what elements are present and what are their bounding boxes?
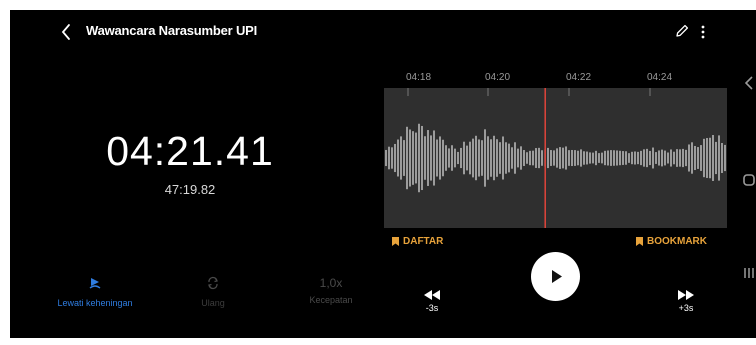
- rewind-button[interactable]: -3s: [412, 290, 452, 313]
- recording-title: Wawancara Narasumber UPI: [86, 23, 258, 38]
- bookmark-icon: [636, 237, 643, 246]
- rewind-label: -3s: [425, 303, 439, 313]
- rewind-icon: [424, 290, 440, 300]
- waveform-panel[interactable]: [384, 88, 727, 228]
- tick-label: 04:18: [406, 72, 432, 83]
- skip-silence-label: Lewati keheningan: [57, 298, 133, 308]
- play-icon: [552, 270, 562, 283]
- voice-recorder-screen: Wawancara Narasumber UPI 04:21.41 47:19.…: [10, 10, 756, 338]
- pencil-icon[interactable]: [674, 23, 690, 39]
- fast-forward-icon: [678, 290, 694, 300]
- more-icon[interactable]: [700, 22, 706, 42]
- repeat-label: Ulang: [201, 298, 225, 308]
- speed-value: 1,0x: [319, 276, 343, 290]
- nav-home-icon[interactable]: [743, 174, 755, 186]
- waveform[interactable]: [384, 88, 727, 228]
- tick-label: 04:24: [647, 72, 673, 83]
- speed-label: Kecepatan: [309, 295, 353, 305]
- nav-back-icon[interactable]: [745, 76, 753, 90]
- total-duration: 47:19.82: [164, 182, 216, 197]
- list-button[interactable]: DAFTAR: [392, 236, 443, 247]
- repeat-icon: [208, 276, 218, 290]
- bookmark-label: BOOKMARK: [647, 236, 707, 247]
- tick-label: 04:20: [485, 72, 511, 83]
- tick-label: 04:22: [566, 72, 592, 83]
- bookmark-icon: [392, 237, 399, 246]
- current-time: 04:21.41: [106, 128, 274, 174]
- forward-label: +3s: [678, 303, 694, 313]
- speed-button[interactable]: 1,0x Kecepatan: [291, 276, 371, 305]
- skip-silence-icon: [89, 278, 101, 289]
- repeat-button[interactable]: Ulang: [178, 276, 248, 308]
- fast-forward-button[interactable]: +3s: [666, 290, 706, 313]
- header-bar: Wawancara Narasumber UPI: [10, 10, 756, 56]
- system-nav-bar: [742, 10, 756, 338]
- list-label: DAFTAR: [403, 236, 444, 247]
- bookmark-button[interactable]: BOOKMARK: [636, 236, 707, 247]
- nav-recents-icon[interactable]: [744, 267, 754, 279]
- skip-silence-button[interactable]: Lewati keheningan: [50, 276, 140, 308]
- back-icon[interactable]: [59, 22, 73, 42]
- play-button[interactable]: [531, 252, 580, 301]
